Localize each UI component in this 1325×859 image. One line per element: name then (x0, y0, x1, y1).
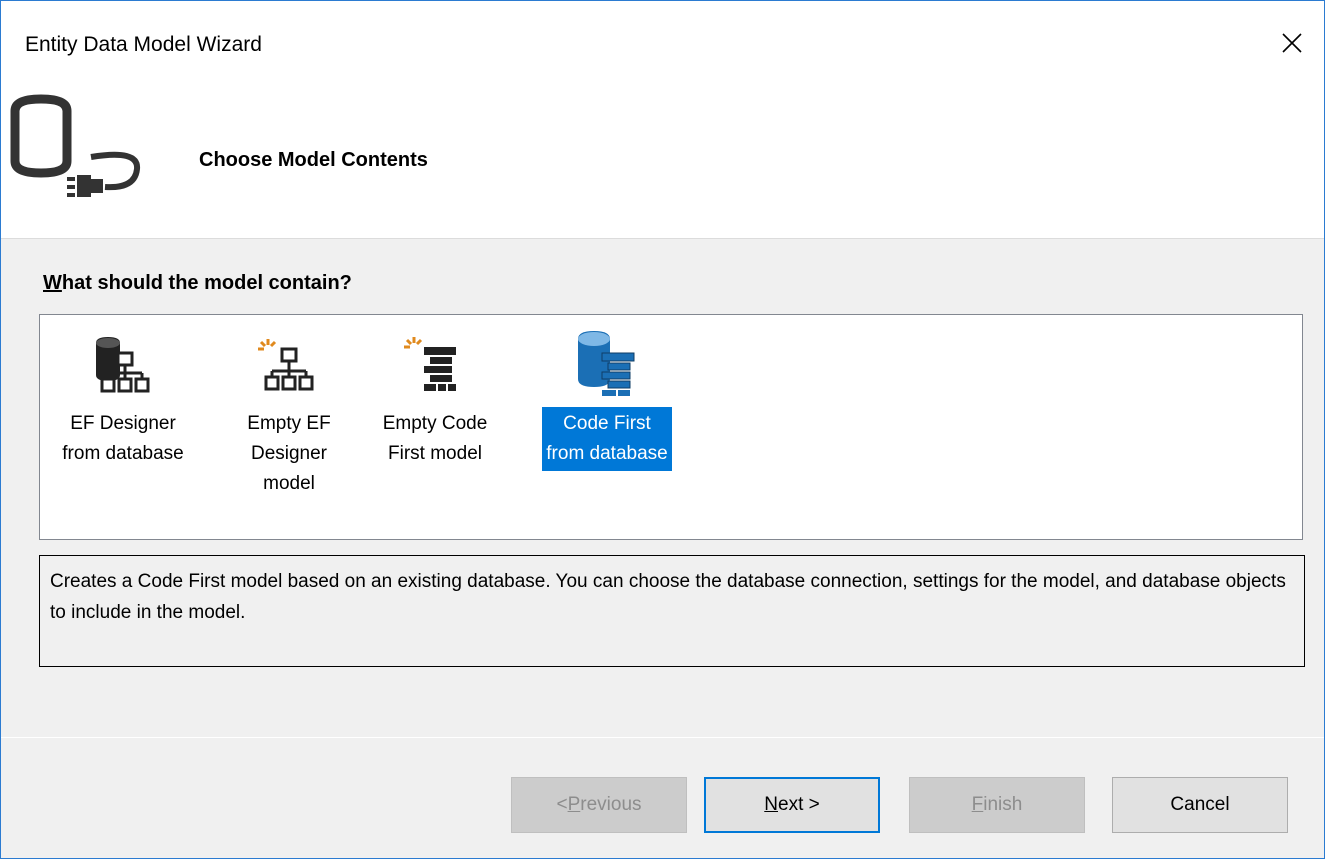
finish-mnemonic: F (971, 794, 984, 815)
description-box: Creates a Code First model based on an e… (39, 555, 1305, 667)
next-button[interactable]: Next > (704, 777, 880, 833)
finish-button[interactable]: Finish (909, 777, 1085, 833)
choice-empty-code-first-model[interactable]: Empty Code First model (370, 321, 500, 471)
previous-prefix: < (556, 794, 568, 815)
model-contents-label: What should the model contain? (43, 272, 352, 295)
wizard-header: Choose Model Contents (1, 87, 1324, 238)
footer-divider (1, 737, 1324, 738)
next-text: ext > (778, 794, 820, 815)
choice-label: Code First from database (542, 407, 672, 471)
previous-mnemonic: P (567, 794, 581, 815)
header-divider (1, 238, 1324, 239)
choice-label: Empty Code First model (382, 413, 488, 464)
title-bar: Entity Data Model Wizard (1, 1, 1324, 87)
question-mnemonic: W (43, 272, 62, 294)
empty-ef-designer-icon (254, 321, 324, 397)
model-contents-list[interactable]: EF Designer from database Empty EF Desig… (39, 314, 1303, 540)
code-first-database-icon (572, 321, 642, 397)
cancel-button[interactable]: Cancel (1112, 777, 1288, 833)
close-icon (1282, 33, 1302, 53)
choice-label: EF Designer from database (62, 413, 184, 464)
choice-label: Empty EF Designer model (247, 413, 331, 494)
next-mnemonic: N (764, 794, 778, 815)
question-text: hat should the model contain? (61, 272, 352, 294)
previous-text: revious (580, 794, 642, 815)
window-title: Entity Data Model Wizard (25, 33, 262, 56)
wizard-window: Entity Data Model Wizard Choose Model Co… (0, 0, 1325, 859)
page-title: Choose Model Contents (199, 149, 428, 171)
choice-empty-ef-designer-model[interactable]: Empty EF Designer model (224, 321, 354, 501)
close-button[interactable] (1264, 15, 1320, 71)
empty-code-first-icon (400, 321, 470, 397)
ef-designer-database-icon (88, 321, 158, 397)
choice-code-first-from-database[interactable]: Code First from database (542, 321, 672, 471)
finish-text: inish (983, 794, 1023, 815)
database-plug-icon (9, 91, 149, 206)
previous-button[interactable]: < Previous (511, 777, 687, 833)
choice-ef-designer-from-database[interactable]: EF Designer from database (58, 321, 188, 471)
